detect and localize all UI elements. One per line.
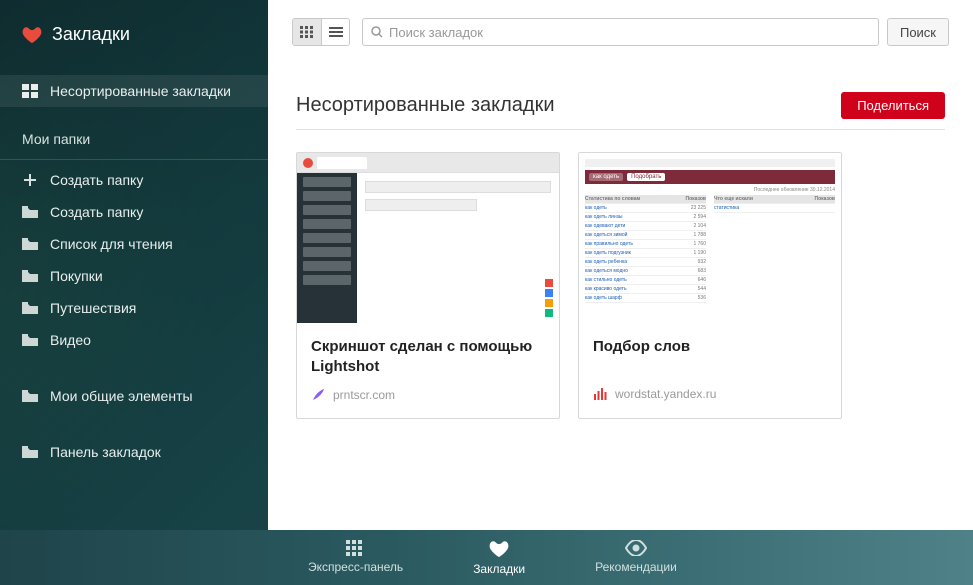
eye-icon [625,540,647,556]
main-area: Поиск Несортированные закладки Поделитьс… [268,0,973,530]
sidebar-item-label: Список для чтения [50,236,173,252]
sidebar-folders-label: Мои папки [0,131,268,153]
bottomnav-express[interactable]: Экспресс-панель [308,540,403,576]
sidebar-item-label: Покупки [50,268,103,284]
content-divider [296,129,945,130]
bookmark-card[interactable]: Скриншот сделан с помощью Lightshot prnt… [296,152,560,419]
bookmark-card[interactable]: как одетьПодобрать Последнее обновление … [578,152,842,419]
sidebar-item-label: Видео [50,332,91,348]
bottomnav-label: Экспресс-панель [308,560,403,574]
sidebar-item-label: Панель закладок [50,444,161,460]
search-button[interactable]: Поиск [887,18,949,46]
grid-view-button[interactable] [293,19,321,45]
bookmark-thumbnail [297,153,559,323]
sidebar-divider [0,159,268,160]
folder-icon [22,269,38,283]
folder-icon [22,301,38,315]
bottomnav-label: Закладки [473,562,525,576]
plus-icon [22,173,38,187]
sidebar-item-label: Путешествия [50,300,136,316]
bookmark-thumbnail: как одетьПодобрать Последнее обновление … [579,153,841,323]
sidebar-shared-items[interactable]: Мои общие элементы [0,380,268,412]
bottom-nav: Экспресс-панель Закладки Рекомендации [0,530,973,585]
view-toggle [292,18,350,46]
sidebar: Закладки Несортированные закладки Мои па… [0,0,268,530]
grid-icon [346,540,366,556]
sidebar-folder-video[interactable]: Видео [0,324,268,356]
heart-icon [489,540,509,558]
sidebar-bookmarks-panel[interactable]: Панель закладок [0,436,268,468]
bookmark-domain: wordstat.yandex.ru [615,387,716,401]
folder-icon [22,205,38,219]
bookmark-title: Скриншот сделан с помощью Lightshot [311,337,545,378]
bookmark-title: Подбор слов [593,337,827,377]
search-box[interactable] [362,18,879,46]
sidebar-folder-create[interactable]: Создать папку [0,196,268,228]
sidebar-folder-travel[interactable]: Путешествия [0,292,268,324]
folder-icon [22,445,38,459]
share-button[interactable]: Поделиться [841,92,945,119]
sidebar-title: Закладки [0,24,268,75]
sidebar-folder-reading-list[interactable]: Список для чтения [0,228,268,260]
page-heading: Несортированные закладки [296,94,555,117]
favicon-bars-icon [593,387,607,401]
toolbar: Поиск [268,0,973,46]
folder-icon [22,389,38,403]
sidebar-title-text: Закладки [52,24,130,45]
sidebar-item-unsorted[interactable]: Несортированные закладки [0,75,268,107]
search-input[interactable] [389,25,870,40]
search-icon [371,26,383,38]
favicon-feather-icon [311,388,325,402]
bookmark-domain: prntscr.com [333,388,395,402]
list-icon [329,26,343,38]
list-view-button[interactable] [321,19,349,45]
sidebar-item-label: Создать папку [50,204,143,220]
bottomnav-recommendations[interactable]: Рекомендации [595,540,677,576]
bottomnav-bookmarks[interactable]: Закладки [473,540,525,576]
bottomnav-label: Рекомендации [595,560,677,574]
content: Несортированные закладки Поделиться [268,46,973,530]
folder-icon [22,333,38,347]
heart-icon [22,26,42,44]
sidebar-create-folder-plus[interactable]: Создать папку [0,164,268,196]
sidebar-item-label: Создать папку [50,172,143,188]
cards-container: Скриншот сделан с помощью Lightshot prnt… [296,152,945,419]
grid-icon [300,26,314,38]
sidebar-item-label: Несортированные закладки [50,83,231,99]
search-wrap: Поиск [362,18,949,46]
sidebar-item-label: Мои общие элементы [50,388,193,404]
folder-icon [22,237,38,251]
unsorted-icon [22,84,38,98]
sidebar-folder-shopping[interactable]: Покупки [0,260,268,292]
